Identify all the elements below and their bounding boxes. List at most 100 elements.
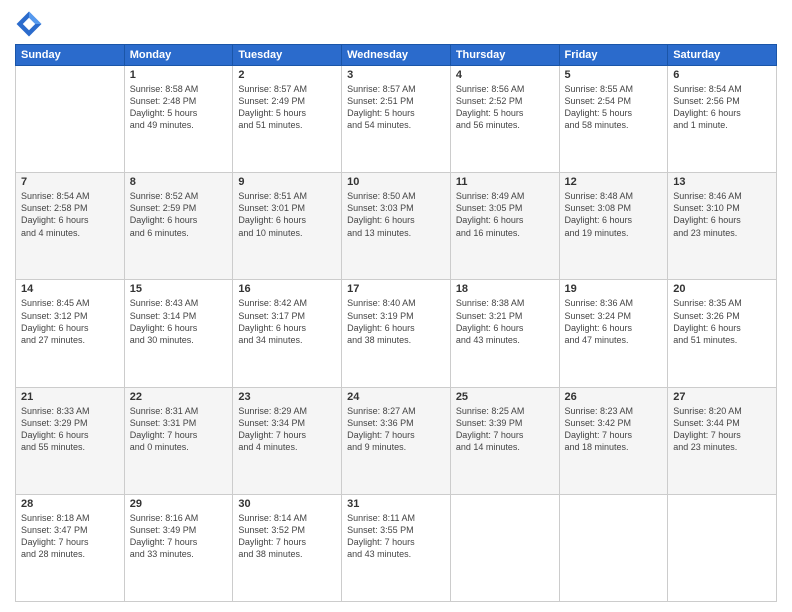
calendar-cell: 11 Sunrise: 8:49 AMSunset: 3:05 PMDayligh… [450,173,559,280]
cell-date-number: 26 [565,391,663,403]
cell-info-text: Sunrise: 8:51 AMSunset: 3:01 PMDaylight:… [238,190,336,239]
cell-info-text: Sunrise: 8:50 AMSunset: 3:03 PMDaylight:… [347,190,445,239]
calendar-cell: 25 Sunrise: 8:25 AMSunset: 3:39 PMDayligh… [450,387,559,494]
cell-date-number: 11 [456,176,554,188]
calendar-week-row: 14 Sunrise: 8:45 AMSunset: 3:12 PMDayligh… [16,280,777,387]
calendar-cell: 29Sunrise: 8:16 AMSunset: 3:49 PMDayligh… [124,494,233,601]
calendar-cell: 10 Sunrise: 8:50 AMSunset: 3:03 PMDayligh… [342,173,451,280]
header [15,10,777,38]
cell-date-number: 21 [21,391,119,403]
cell-info-text: Sunrise: 8:46 AMSunset: 3:10 PMDaylight:… [673,190,771,239]
calendar-week-row: 7Sunrise: 8:54 AMSunset: 2:58 PMDaylight… [16,173,777,280]
cell-date-number: 9 [238,176,336,188]
calendar-week-row: 21Sunrise: 8:33 AMSunset: 3:29 PMDayligh… [16,387,777,494]
cell-info-text: Sunrise: 8:35 AMSunset: 3:26 PMDaylight:… [673,297,771,346]
cell-info-text: Sunrise: 8:14 AMSunset: 3:52 PMDaylight:… [238,512,336,561]
calendar-cell: 26 Sunrise: 8:23 AMSunset: 3:42 PMDayligh… [559,387,668,494]
cell-date-number: 20 [673,283,771,295]
cell-info-text: Sunrise: 8:57 AMSunset: 2:51 PMDaylight:… [347,83,445,132]
logo-icon [15,10,43,38]
cell-date-number: 18 [456,283,554,295]
cell-date-number: 1 [130,69,228,81]
cell-date-number: 30 [238,498,336,510]
calendar-cell: 9 Sunrise: 8:51 AMSunset: 3:01 PMDaylight… [233,173,342,280]
calendar-cell: 15 Sunrise: 8:43 AMSunset: 3:14 PMDayligh… [124,280,233,387]
cell-date-number: 29 [130,498,228,510]
cell-date-number: 13 [673,176,771,188]
calendar-cell: 1Sunrise: 8:58 AMSunset: 2:48 PMDaylight… [124,66,233,173]
calendar-table: SundayMondayTuesdayWednesdayThursdayFrid… [15,44,777,602]
calendar-weekday-tuesday: Tuesday [233,45,342,66]
cell-date-number: 25 [456,391,554,403]
calendar-cell: 18 Sunrise: 8:38 AMSunset: 3:21 PMDayligh… [450,280,559,387]
cell-info-text: Sunrise: 8:20 AMSunset: 3:44 PMDaylight:… [673,405,771,454]
cell-date-number: 6 [673,69,771,81]
cell-info-text: Sunrise: 8:45 AMSunset: 3:12 PMDaylight:… [21,297,119,346]
cell-date-number: 8 [130,176,228,188]
cell-info-text: Sunrise: 8:11 AMSunset: 3:55 PMDaylight:… [347,512,445,561]
cell-info-text: Sunrise: 8:48 AMSunset: 3:08 PMDaylight:… [565,190,663,239]
page: SundayMondayTuesdayWednesdayThursdayFrid… [0,0,792,612]
cell-info-text: Sunrise: 8:31 AMSunset: 3:31 PMDaylight:… [130,405,228,454]
cell-date-number: 3 [347,69,445,81]
cell-date-number: 19 [565,283,663,295]
cell-info-text: Sunrise: 8:56 AMSunset: 2:52 PMDaylight:… [456,83,554,132]
calendar-cell: 17 Sunrise: 8:40 AMSunset: 3:19 PMDayligh… [342,280,451,387]
calendar-cell: 19 Sunrise: 8:36 AMSunset: 3:24 PMDayligh… [559,280,668,387]
calendar-cell: 4 Sunrise: 8:56 AMSunset: 2:52 PMDaylight… [450,66,559,173]
cell-info-text: Sunrise: 8:38 AMSunset: 3:21 PMDaylight:… [456,297,554,346]
calendar-weekday-sunday: Sunday [16,45,125,66]
calendar-cell: 5Sunrise: 8:55 AMSunset: 2:54 PMDaylight… [559,66,668,173]
cell-date-number: 27 [673,391,771,403]
calendar-cell: 30 Sunrise: 8:14 AMSunset: 3:52 PMDayligh… [233,494,342,601]
calendar-cell: 14 Sunrise: 8:45 AMSunset: 3:12 PMDayligh… [16,280,125,387]
cell-date-number: 7 [21,176,119,188]
cell-info-text: Sunrise: 8:49 AMSunset: 3:05 PMDaylight:… [456,190,554,239]
cell-info-text: Sunrise: 8:42 AMSunset: 3:17 PMDaylight:… [238,297,336,346]
cell-date-number: 28 [21,498,119,510]
calendar-cell: 12 Sunrise: 8:48 AMSunset: 3:08 PMDayligh… [559,173,668,280]
calendar-cell: 8Sunrise: 8:52 AMSunset: 2:59 PMDaylight… [124,173,233,280]
cell-info-text: Sunrise: 8:23 AMSunset: 3:42 PMDaylight:… [565,405,663,454]
calendar-weekday-wednesday: Wednesday [342,45,451,66]
logo [15,10,47,38]
calendar-week-row: 28Sunrise: 8:18 AMSunset: 3:47 PMDayligh… [16,494,777,601]
calendar-cell [16,66,125,173]
cell-info-text: Sunrise: 8:55 AMSunset: 2:54 PMDaylight:… [565,83,663,132]
cell-date-number: 15 [130,283,228,295]
calendar-cell [559,494,668,601]
calendar-cell: 31 Sunrise: 8:11 AMSunset: 3:55 PMDayligh… [342,494,451,601]
calendar-cell: 22Sunrise: 8:31 AMSunset: 3:31 PMDayligh… [124,387,233,494]
calendar-weekday-thursday: Thursday [450,45,559,66]
cell-date-number: 24 [347,391,445,403]
calendar-cell: 24 Sunrise: 8:27 AMSunset: 3:36 PMDayligh… [342,387,451,494]
cell-info-text: Sunrise: 8:43 AMSunset: 3:14 PMDaylight:… [130,297,228,346]
calendar-cell: 7Sunrise: 8:54 AMSunset: 2:58 PMDaylight… [16,173,125,280]
calendar-cell: 23Sunrise: 8:29 AMSunset: 3:34 PMDayligh… [233,387,342,494]
cell-date-number: 12 [565,176,663,188]
cell-info-text: Sunrise: 8:29 AMSunset: 3:34 PMDaylight:… [238,405,336,454]
calendar-cell: 6Sunrise: 8:54 AMSunset: 2:56 PMDaylight… [668,66,777,173]
calendar-cell [668,494,777,601]
cell-info-text: Sunrise: 8:36 AMSunset: 3:24 PMDaylight:… [565,297,663,346]
calendar-cell: 20 Sunrise: 8:35 AMSunset: 3:26 PMDayligh… [668,280,777,387]
cell-date-number: 10 [347,176,445,188]
cell-date-number: 4 [456,69,554,81]
cell-date-number: 14 [21,283,119,295]
calendar-weekday-monday: Monday [124,45,233,66]
calendar-header-row: SundayMondayTuesdayWednesdayThursdayFrid… [16,45,777,66]
calendar-cell: 3 Sunrise: 8:57 AMSunset: 2:51 PMDaylight… [342,66,451,173]
calendar-cell: 21Sunrise: 8:33 AMSunset: 3:29 PMDayligh… [16,387,125,494]
cell-info-text: Sunrise: 8:27 AMSunset: 3:36 PMDaylight:… [347,405,445,454]
calendar-weekday-saturday: Saturday [668,45,777,66]
cell-info-text: Sunrise: 8:57 AMSunset: 2:49 PMDaylight:… [238,83,336,132]
cell-info-text: Sunrise: 8:25 AMSunset: 3:39 PMDaylight:… [456,405,554,454]
cell-date-number: 16 [238,283,336,295]
cell-date-number: 31 [347,498,445,510]
calendar-week-row: 1Sunrise: 8:58 AMSunset: 2:48 PMDaylight… [16,66,777,173]
calendar-cell: 13 Sunrise: 8:46 AMSunset: 3:10 PMDayligh… [668,173,777,280]
cell-info-text: Sunrise: 8:40 AMSunset: 3:19 PMDaylight:… [347,297,445,346]
cell-date-number: 2 [238,69,336,81]
cell-date-number: 17 [347,283,445,295]
calendar-cell [450,494,559,601]
